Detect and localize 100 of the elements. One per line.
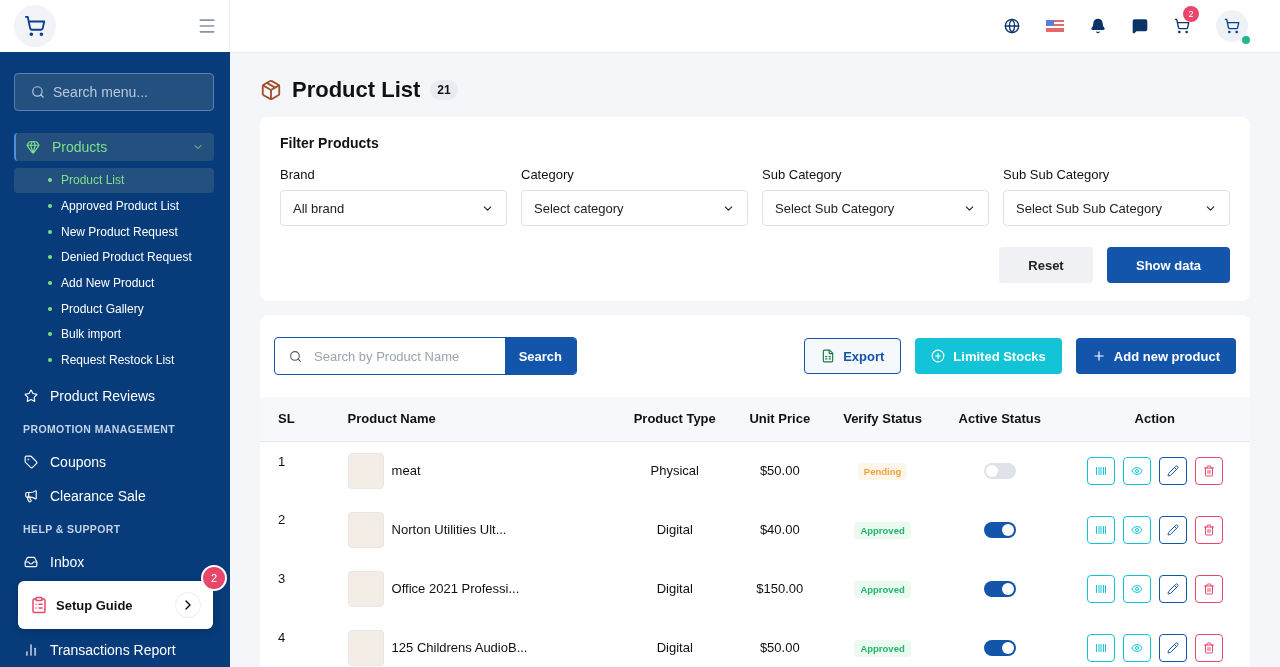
table-cell: $50.00 (734, 441, 826, 500)
toggle-switch[interactable] (983, 463, 1016, 480)
select-field[interactable]: All brand (280, 190, 507, 226)
logo[interactable] (14, 5, 56, 48)
product-name: meat (391, 463, 421, 479)
product-search-field[interactable]: Search by Product Name Search (274, 337, 577, 375)
menu-item[interactable]: Coupons (14, 445, 214, 479)
filter-title: Filter Products (280, 135, 380, 151)
barcode-button[interactable] (1086, 456, 1115, 485)
toggle-switch[interactable] (983, 521, 1016, 538)
menu-section-heading: HELP & SUPPORT (22, 522, 122, 537)
barcode-button[interactable] (1086, 633, 1115, 662)
flag-icon[interactable] (1046, 20, 1064, 32)
product-name: Norton Utilities Ult... (391, 522, 507, 537)
view-button[interactable] (1122, 633, 1151, 662)
status-badge: Approved (854, 522, 911, 539)
search-button[interactable]: Search (504, 338, 576, 374)
tag-icon (24, 455, 38, 469)
barcode-icon (1094, 641, 1107, 654)
avatar[interactable] (1216, 10, 1248, 42)
submenu-item[interactable]: Denied Product Request (14, 244, 214, 271)
menu-item[interactable]: Transactions Report (14, 633, 214, 667)
table-cell-text: Digital (655, 639, 694, 657)
menu-section-heading: PROMOTION MANAGEMENT (22, 422, 177, 437)
field-label: Sub Category (762, 167, 843, 182)
status-badge: Approved (854, 640, 911, 657)
add-product-button[interactable]: Add new product (1075, 338, 1236, 374)
edit-button[interactable] (1158, 633, 1187, 662)
chat-icon[interactable] (1132, 18, 1148, 34)
menu-item[interactable]: Clearance Sale (14, 479, 214, 513)
column-header: Product Type (615, 397, 735, 441)
star-icon (24, 389, 38, 403)
photo-placeholder (347, 629, 384, 666)
delete-button[interactable] (1194, 633, 1223, 662)
globe-icon[interactable] (1004, 18, 1020, 34)
trash-icon (1202, 641, 1215, 654)
table-cell-text: 2 (277, 511, 287, 529)
export-button[interactable]: Export (804, 338, 902, 374)
column-header: Active Status (939, 397, 1060, 441)
submenu-item[interactable]: Product List (14, 167, 214, 194)
field-label: Category (521, 167, 575, 182)
eye-icon (1130, 464, 1143, 477)
edit-button[interactable] (1158, 515, 1187, 544)
table-cell-text: 4 (277, 629, 287, 647)
delete-button[interactable] (1194, 515, 1223, 544)
cart-icon[interactable] (1174, 18, 1190, 34)
barcode-icon (1094, 523, 1107, 536)
bell-icon[interactable] (1090, 18, 1106, 34)
show-data-button[interactable]: Show data (1107, 247, 1230, 283)
select-field[interactable]: Select Sub Sub Category (1003, 190, 1230, 226)
notification-badge: 2 (201, 565, 227, 591)
product-name: 125 Childrens AudioB... (391, 640, 528, 655)
search-icon (31, 84, 45, 99)
toggle-switch[interactable] (983, 639, 1016, 656)
page-title: Product List (292, 77, 421, 103)
barcode-button[interactable] (1086, 515, 1115, 544)
menu-item[interactable]: Product Reviews (14, 379, 214, 413)
field-label: Sub Sub Category (1003, 167, 1111, 182)
submenu-item[interactable]: Request Restock List (14, 347, 214, 373)
table-cell: 1 (260, 441, 330, 500)
megaphone-icon (24, 489, 38, 503)
plus-circle-icon (931, 349, 946, 363)
reset-button[interactable]: Reset (999, 247, 1093, 283)
table-cell-text: Digital (655, 521, 694, 539)
submenu-item[interactable]: Bulk import (14, 321, 214, 348)
barcode-icon (1094, 464, 1107, 477)
delete-button[interactable] (1194, 456, 1223, 485)
select-field[interactable]: Select Sub Category (762, 190, 989, 226)
delete-button[interactable] (1194, 574, 1223, 603)
column-header: Action (1059, 397, 1250, 441)
barcode-button[interactable] (1086, 574, 1115, 603)
submenu-item[interactable]: New Product Request (14, 218, 214, 245)
menu-group[interactable]: Products (14, 132, 214, 161)
plus-icon (1091, 349, 1106, 363)
pencil-icon (1166, 582, 1179, 595)
online-dot (1242, 36, 1250, 44)
next-button[interactable] (175, 592, 201, 618)
submenu-item[interactable]: Product Gallery (14, 295, 214, 322)
spreadsheet-icon (821, 349, 836, 363)
setup-guide-card[interactable]: Setup Guide (18, 581, 213, 629)
toggle-switch[interactable] (983, 580, 1016, 597)
edit-button[interactable] (1158, 456, 1187, 485)
submenu-item[interactable]: Add New Product (14, 270, 214, 296)
menu-search-field[interactable]: Search menu... (14, 73, 214, 111)
cart-badge: 2 (1183, 6, 1199, 22)
table-cell-text: $150.00 (755, 580, 805, 598)
edit-button[interactable] (1158, 574, 1187, 603)
table-cell-text: $50.00 (758, 639, 801, 657)
select-field[interactable]: Select category (521, 190, 748, 226)
view-button[interactable] (1122, 456, 1151, 485)
view-button[interactable] (1122, 515, 1151, 544)
clipboard-icon (30, 596, 48, 614)
submenu-item[interactable]: Approved Product List (14, 193, 214, 219)
photo-placeholder (347, 570, 384, 607)
diamond-icon (26, 139, 40, 154)
cart-logo-icon (1224, 18, 1240, 34)
pencil-icon (1166, 523, 1179, 536)
field-label: Brand (280, 167, 316, 182)
view-button[interactable] (1122, 574, 1151, 603)
cart-logo-icon (24, 15, 46, 38)
